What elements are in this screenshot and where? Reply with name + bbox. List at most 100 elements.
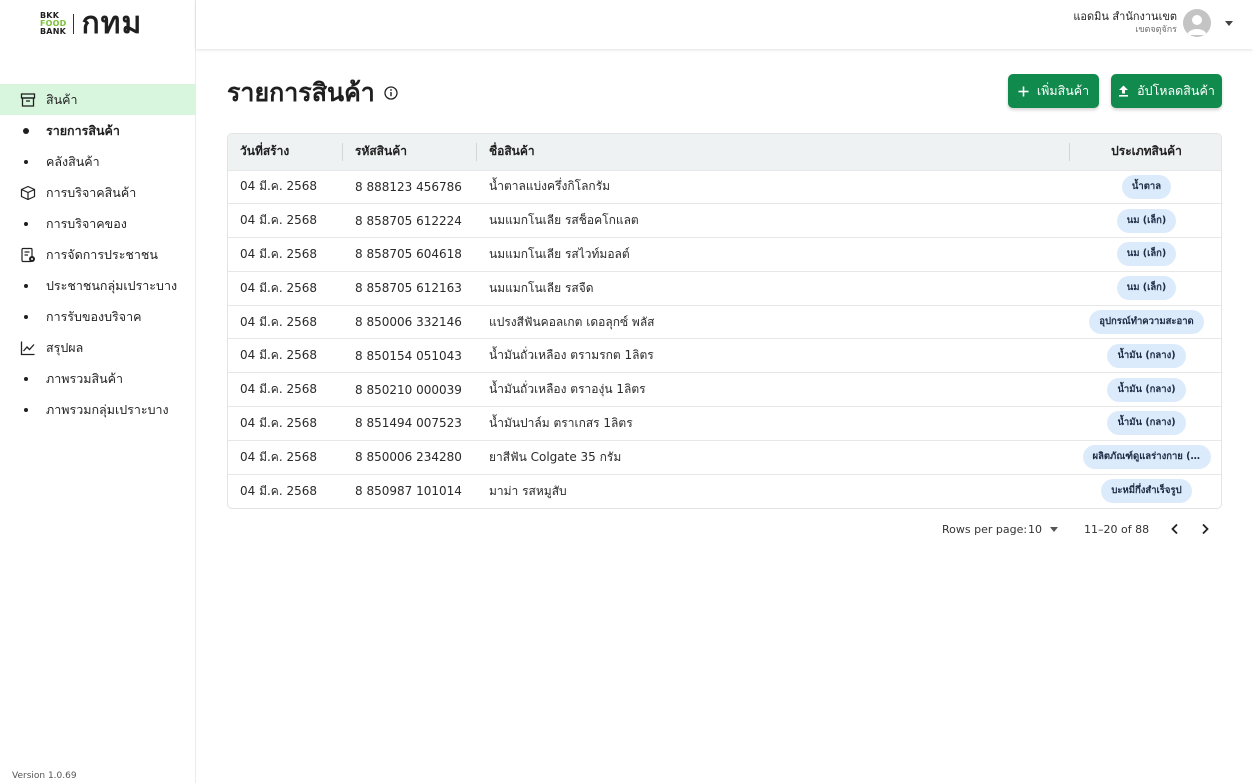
- column-header-product-code[interactable]: รหัสสินค้า: [343, 134, 477, 170]
- cell-product-name: นมแมกโนเลีย รสไวท์มอลต์: [477, 238, 1070, 272]
- rows-per-page-value: 10: [1028, 522, 1042, 536]
- table-row[interactable]: 04 มี.ค. 2568 8 858705 612224 นมแมกโนเลีย …: [228, 203, 1221, 238]
- sidebar-section-summary[interactable]: สรุปผล: [0, 332, 196, 363]
- cell-product-code-text: 8 850987 101014: [355, 484, 462, 499]
- cell-created-date: 04 มี.ค. 2568: [228, 204, 343, 238]
- cell-product-code-text: 8 850210 000039: [355, 382, 462, 397]
- sidebar-item-label: การรับของบริจาค: [46, 308, 142, 324]
- table-row[interactable]: 04 มี.ค. 2568 8 850210 000039 น้ำมันถั่วเห…: [228, 372, 1221, 407]
- add-product-button[interactable]: เพิ่มสินค้า: [1008, 74, 1099, 108]
- chevron-down-icon[interactable]: [1225, 20, 1233, 26]
- cell-product-code: 8 850210 000039: [343, 373, 477, 407]
- sidebar-item-label: การบริจาคของ: [46, 215, 127, 231]
- user-district: เขตจตุจักร: [1135, 25, 1177, 35]
- table-row[interactable]: 04 มี.ค. 2568 8 858705 612163 นมแมกโนเลีย …: [228, 271, 1221, 305]
- cell-category: น้ำมัน (กลาง): [1070, 339, 1221, 373]
- table-row[interactable]: 04 มี.ค. 2568 8 850006 234280 ยาสีฟัน Colg…: [228, 440, 1221, 474]
- sidebar-section-citizens[interactable]: การจัดการประชาชน: [0, 239, 196, 270]
- cell-product-name-text: แปรงสีฟันคอลเกต เดอลุกซ์ พลัส: [489, 314, 655, 329]
- user-avatar-icon: [1187, 15, 1207, 35]
- cell-created-date: 04 มี.ค. 2568: [228, 373, 343, 407]
- cell-product-name: น้ำตาลแบ่งครึ่งกิโลกรัม: [477, 170, 1070, 204]
- category-chip: อุปกรณ์ทำความสะอาด: [1089, 310, 1204, 335]
- cell-created-date-text: 04 มี.ค. 2568: [240, 348, 318, 363]
- cell-product-code: 8 850154 051043: [343, 339, 477, 373]
- cell-product-code-text: 8 851494 007523: [355, 416, 462, 431]
- bullet-icon: [24, 283, 28, 288]
- cell-created-date-text: 04 มี.ค. 2568: [240, 213, 318, 228]
- cell-category: บะหมี่กึ่งสำเร็จรูป: [1070, 474, 1221, 508]
- sidebar-item-product-overview[interactable]: ภาพรวมสินค้า: [0, 363, 196, 394]
- table-row[interactable]: 04 มี.ค. 2568 8 850154 051043 น้ำมันถั่วเห…: [228, 338, 1221, 373]
- line-chart-icon: [19, 339, 37, 357]
- cell-product-code: 8 858705 612224: [343, 204, 477, 238]
- cell-created-date: 04 มี.ค. 2568: [228, 170, 343, 204]
- previous-page-button[interactable]: [1166, 520, 1184, 538]
- cell-category: นม (เล็ก): [1070, 271, 1221, 305]
- category-chip: น้ำตาล: [1121, 174, 1172, 199]
- table-row[interactable]: 04 มี.ค. 2568 8 850987 101014 มาม่า รสหมูส…: [228, 474, 1221, 508]
- sidebar-item-vulnerable-overview[interactable]: ภาพรวมกลุ่มเปราะบาง: [0, 394, 196, 425]
- cell-created-date-text: 04 มี.ค. 2568: [240, 415, 318, 430]
- app-logo[interactable]: BKK FOOD BANK กทม: [40, 8, 142, 40]
- bma-logo-text: กทม: [81, 6, 143, 41]
- sidebar-section-label: การบริจาคสินค้า: [46, 184, 137, 200]
- sidebar-item-product-list[interactable]: รายการสินค้า: [0, 115, 196, 146]
- table-row[interactable]: 04 มี.ค. 2568 8 851494 007523 น้ำมันปาล์ม …: [228, 406, 1221, 441]
- table-row[interactable]: 04 มี.ค. 2568 8 888123 456786 น้ำตาลแบ่งคร…: [228, 170, 1221, 204]
- cell-product-name-text: น้ำมันถั่วเหลือง ตรามรกต 1ลิตร: [489, 348, 654, 363]
- cell-product-name: ยาสีฟัน Colgate 35 กรัม: [477, 440, 1070, 474]
- avatar[interactable]: [1183, 9, 1211, 37]
- sidebar-section-products[interactable]: สินค้า: [0, 84, 196, 115]
- table-row[interactable]: 04 มี.ค. 2568 8 858705 604618 นมแมกโนเลีย …: [228, 237, 1221, 272]
- cell-created-date: 04 มี.ค. 2568: [228, 407, 343, 441]
- sidebar-item-label: ภาพรวมสินค้า: [46, 370, 124, 386]
- category-chip: น้ำมัน (กลาง): [1107, 411, 1186, 436]
- cell-created-date: 04 มี.ค. 2568: [228, 238, 343, 272]
- rows-per-page-select[interactable]: 10: [1028, 523, 1058, 536]
- bullet-icon: [24, 314, 28, 319]
- cell-product-name-text: น้ำมันปาล์ม ตราเกสร 1ลิตร: [489, 415, 633, 430]
- package-icon: [19, 184, 37, 202]
- document-settings-icon: [19, 246, 37, 264]
- cell-created-date: 04 มี.ค. 2568: [228, 305, 343, 339]
- product-table: วันที่สร้าง รหัสสินค้า ชื่อสินค้า ประเภท…: [227, 133, 1222, 509]
- sidebar-section-label: การจัดการประชาชน: [46, 246, 158, 262]
- cell-created-date: 04 มี.ค. 2568: [228, 271, 343, 305]
- sidebar-item-receive-donations[interactable]: การรับของบริจาค: [0, 301, 196, 332]
- cell-created-date-text: 04 มี.ค. 2568: [240, 449, 318, 464]
- cell-product-name-text: นมแมกโนเลีย รสไวท์มอลต์: [489, 246, 630, 261]
- cell-product-name-text: ยาสีฟัน Colgate 35 กรัม: [489, 449, 622, 464]
- sidebar-item-label: ภาพรวมกลุ่มเปราะบาง: [46, 401, 169, 417]
- sidebar-item-label: รายการสินค้า: [46, 122, 120, 138]
- column-header-created-date[interactable]: วันที่สร้าง: [228, 134, 343, 170]
- column-header-product-name[interactable]: ชื่อสินค้า: [477, 134, 1070, 170]
- sidebar-section-donations[interactable]: การบริจาคสินค้า: [0, 177, 196, 208]
- column-header-category[interactable]: ประเภทสินค้า: [1070, 134, 1221, 170]
- cell-product-name: มาม่า รสหมูสับ: [477, 474, 1070, 508]
- cell-product-name: น้ำมันถั่วเหลือง ตรามรกต 1ลิตร: [477, 339, 1070, 373]
- page-title: รายการสินค้า: [227, 73, 398, 113]
- sidebar-section-label: สรุปผล: [46, 339, 84, 355]
- next-page-button[interactable]: [1196, 520, 1214, 538]
- sidebar-nav: สินค้า รายการสินค้า คลังสินค้า การบริจาค…: [0, 84, 196, 425]
- sidebar-item-vulnerable-groups[interactable]: ประชาชนกลุ่มเปราะบาง: [0, 270, 196, 301]
- category-chip: น้ำมัน (กลาง): [1107, 343, 1186, 368]
- bullet-icon: [23, 127, 29, 134]
- user-menu[interactable]: แอดมิน สำนักงานเขต เขตจตุจักร: [1073, 9, 1233, 37]
- category-chip: บะหมี่กึ่งสำเร็จรูป: [1101, 479, 1192, 504]
- sidebar-item-warehouse[interactable]: คลังสินค้า: [0, 146, 196, 177]
- cell-category: น้ำตาล: [1070, 170, 1221, 204]
- sidebar-section-label: สินค้า: [46, 91, 78, 107]
- cell-created-date: 04 มี.ค. 2568: [228, 474, 343, 508]
- upload-product-button[interactable]: อัปโหลดสินค้า: [1111, 74, 1222, 108]
- chevron-down-icon: [1050, 526, 1058, 532]
- sidebar-item-donate-goods[interactable]: การบริจาคของ: [0, 208, 196, 239]
- app-version: Version 1.0.69: [12, 771, 77, 781]
- cell-product-code: 8 850987 101014: [343, 474, 477, 508]
- cell-product-name-text: น้ำมันถั่วเหลือง ตราองุ่น 1ลิตร: [489, 382, 646, 397]
- table-row[interactable]: 04 มี.ค. 2568 8 850006 332146 แปรงสีฟันคอล…: [228, 305, 1221, 339]
- cell-product-name: นมแมกโนเลีย รสช็อคโกแลต: [477, 204, 1070, 238]
- bkk-food-bank-logo: BKK FOOD BANK: [40, 12, 67, 36]
- info-icon[interactable]: [384, 86, 398, 100]
